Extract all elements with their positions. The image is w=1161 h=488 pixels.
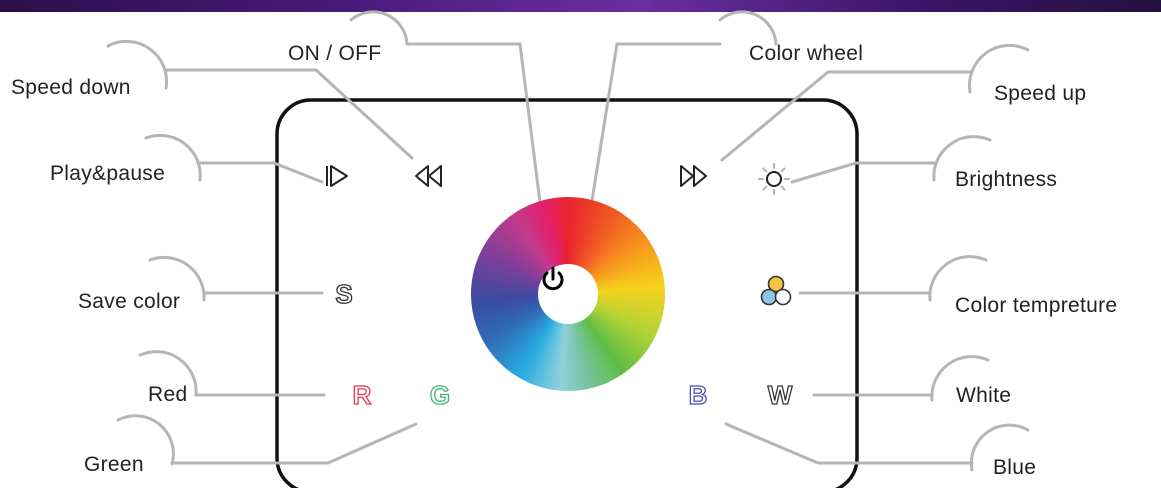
callout-arc-color-wheel	[718, 10, 778, 46]
label-color-temperature: Color tempreture	[955, 294, 1118, 317]
label-color-wheel: Color wheel	[749, 42, 864, 65]
rewind-icon	[415, 165, 442, 187]
green-button[interactable]: G	[418, 373, 462, 417]
label-brightness: Brightness	[955, 168, 1058, 191]
play-pause-button[interactable]	[322, 163, 366, 207]
power-icon	[542, 266, 564, 291]
save-color-letter: S	[335, 279, 354, 309]
callout-line-speed-down	[164, 68, 414, 160]
speed-down-button[interactable]	[412, 163, 456, 207]
label-speed-up: Speed up	[994, 82, 1087, 105]
white-letter: W	[767, 380, 793, 410]
label-save-color: Save color	[78, 290, 181, 313]
brightness-button[interactable]	[756, 161, 800, 205]
white-button[interactable]: W	[758, 373, 802, 417]
power-button[interactable]	[538, 264, 598, 324]
callout-line-green	[170, 422, 418, 465]
label-play-pause: Play&pause	[50, 162, 166, 185]
fast-forward-icon	[680, 165, 707, 187]
callout-arc-on-off	[349, 10, 409, 46]
three-circles-icon	[760, 275, 792, 306]
callout-line-blue	[724, 422, 974, 465]
label-green: Green	[84, 453, 144, 476]
label-on-off: ON / OFF	[288, 42, 382, 65]
save-color-button[interactable]: S	[322, 272, 366, 316]
green-letter: G	[429, 380, 451, 410]
label-speed-down: Speed down	[11, 76, 131, 99]
speed-up-button[interactable]	[676, 163, 720, 207]
label-red: Red	[148, 383, 188, 406]
callout-line-brightness	[790, 161, 936, 184]
remote-diagram: S R G B W ON / OFF Color wheel Speed dow…	[0, 0, 1161, 488]
red-button[interactable]: R	[340, 373, 384, 417]
callout-line-play-pause	[198, 161, 324, 184]
sun-icon	[758, 163, 790, 195]
blue-letter: B	[688, 380, 708, 410]
play-pause-icon	[326, 165, 348, 187]
red-letter: R	[352, 380, 372, 410]
blue-button[interactable]: B	[676, 373, 720, 417]
callout-line-speed-up	[720, 70, 972, 162]
color-temperature-button[interactable]	[756, 272, 800, 316]
label-white: White	[956, 384, 1012, 407]
label-blue: Blue	[993, 456, 1037, 479]
